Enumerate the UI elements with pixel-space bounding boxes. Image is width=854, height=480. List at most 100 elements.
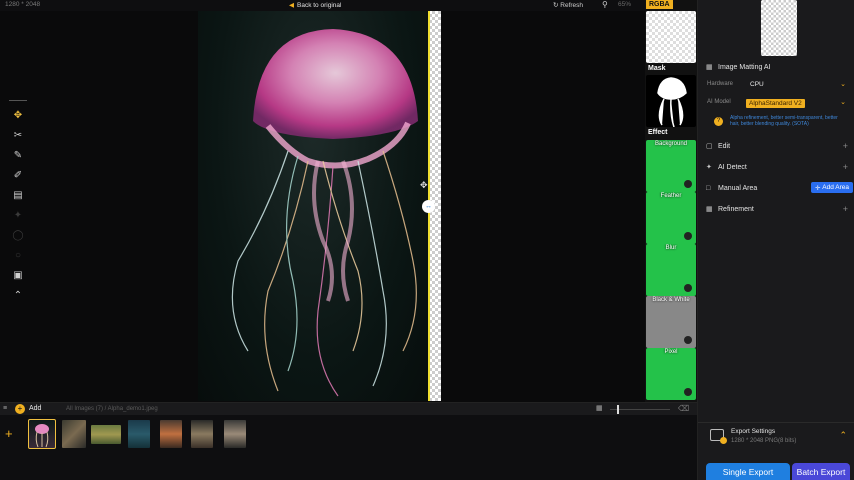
eraser-icon[interactable]: ✂ [8,125,28,145]
plus-icon[interactable]: + [843,162,848,172]
back-to-original-button[interactable]: ◀ Back to original [289,1,341,9]
add-button[interactable]: Add [29,405,41,412]
image-thumbnail[interactable] [191,420,213,448]
image-list-bar: ≡ + Add All Images (7) / Alpha_demo1.jpe… [0,402,697,415]
brush-icon[interactable]: ✎ [8,145,28,165]
batch-export-button[interactable]: Batch Export [792,463,850,480]
image-thumbnail[interactable] [28,419,56,449]
effect-name: Background [654,141,688,147]
result-preview [761,0,797,56]
filmstrip: + [0,415,697,480]
move-tool-icon[interactable]: ✥ [8,105,28,125]
rgba-label: RGBA [646,0,673,9]
image-dimensions: 1280 * 2048 [5,1,41,8]
paint-icon[interactable]: ✐ [8,165,28,185]
refinement-icon: ▦ [706,206,713,213]
export-subtitle: 1280 * 2048 PNG(8 bits) [731,438,797,444]
preview-strip: RGBA Mask Effect Background Feather Blur… [645,0,697,402]
image-canvas[interactable] [198,11,429,401]
jellyfish-thumb [35,424,49,448]
mask-shape [657,77,687,127]
add-image-icon[interactable]: + [5,426,13,441]
split-handle-icon[interactable]: ↔ [422,200,435,213]
search-icon[interactable]: ⚲ [602,0,608,9]
image-thumbnail[interactable] [91,425,121,444]
refresh-label: Refresh [560,2,584,9]
slider-knob[interactable] [617,405,619,414]
collapse-icon[interactable]: ⌃ [8,285,28,305]
rgba-thumbnail[interactable] [646,11,696,63]
effect-feather-thumbnail[interactable]: Feather [646,192,696,244]
effect-name: Pixel [664,349,678,355]
manual-area-label: Manual Area [718,184,758,192]
add-icon[interactable]: + [15,404,25,414]
plus-icon[interactable]: + [843,204,848,214]
manual-area-icon: □ [706,184,711,192]
tool-palette: ✥ ✂ ✎ ✐ ▤ ✦ ◯ ○ ▣ ⌃ [8,100,28,320]
panel-title: Image Matting AI [718,63,771,71]
image-thumbnail[interactable] [160,420,182,448]
edit-icon: ▢ [706,143,713,150]
effect-background-thumbnail[interactable]: Background [646,140,696,192]
effect-bw-thumbnail[interactable]: Black & White [646,296,696,348]
add-area-button[interactable]: ✛ Add Area [811,182,854,193]
roller-icon[interactable]: ▤ [8,185,28,205]
chevron-down-icon[interactable]: ⌄ [840,80,846,88]
edit-label: Edit [718,142,731,150]
effect-pixel-thumbnail[interactable]: Pixel [646,348,696,400]
effect-blur-thumbnail[interactable]: Blur [646,244,696,296]
effect-name: Blur [665,245,677,251]
model-hint: Alpha refinement, better semi-transparen… [730,115,838,127]
effect-dot-icon [684,232,692,240]
model-select[interactable]: AlphaStandard V2 [746,99,805,108]
menu-icon[interactable]: ≡ [3,405,7,412]
mask-label: Mask [648,65,666,72]
matting-icon: ▦ [706,64,713,71]
properties-panel: ▦ Image Matting AI Hardware CPU ⌄ AI Mod… [697,0,854,480]
hardware-label: Hardware [707,81,734,87]
top-bar: 1280 * 2048 ◀ Back to original ↻ Refresh … [0,0,645,11]
frame-icon[interactable]: ▣ [8,265,28,285]
back-icon: ◀ [289,2,294,9]
refinement-label: Refinement [718,205,754,213]
info-icon: ? [714,117,723,126]
matting-header: ▦ Image Matting AI [706,61,848,73]
ai-detect-section[interactable]: ✦ AI Detect + [706,161,848,173]
zoom-level[interactable]: 65% [618,1,631,8]
lasso-icon[interactable]: ◯ [8,225,28,245]
single-export-button[interactable]: Single Export [706,463,790,480]
ai-detect-icon: ✦ [706,164,712,171]
add-area-label: Add Area [822,184,850,191]
hardware-select[interactable]: CPU [750,81,764,88]
thumbnail-size-slider[interactable] [610,409,670,410]
refresh-button[interactable]: ↻ Refresh [553,1,583,9]
effect-dot-icon [684,180,692,188]
jellyfish-image [231,29,418,397]
effect-name: Black & White [652,297,690,303]
image-size-icon: ▦ [596,405,603,412]
chevron-up-icon[interactable]: ⌃ [839,430,847,441]
export-title: Export Settings [731,428,776,435]
mask-thumbnail[interactable] [646,75,696,127]
plus-icon[interactable]: + [843,141,848,151]
circle-icon[interactable]: ○ [8,245,28,265]
plus-icon: ✛ [815,184,823,192]
effect-dot-icon [684,336,692,344]
export-settings[interactable]: Export Settings 1280 * 2048 PNG(8 bits) … [698,422,854,456]
image-thumbnail[interactable] [128,420,150,448]
effect-label: Effect [648,129,668,136]
edit-section[interactable]: ▢ Edit + [706,140,848,152]
trash-icon[interactable]: ⌫ [678,404,689,413]
breadcrumb[interactable]: All Images (7) / Alpha_demo1.jpeg [66,406,158,412]
wand-icon[interactable]: ✦ [8,205,28,225]
model-label: AI Model [707,99,731,105]
image-thumbnail[interactable] [224,420,246,448]
refinement-section[interactable]: ▦ Refinement + [706,203,848,215]
divider [9,100,27,101]
back-label: Back to original [297,2,342,9]
ai-detect-label: AI Detect [718,163,747,171]
image-thumbnail[interactable] [62,420,86,448]
effect-name: Feather [660,193,682,199]
chevron-down-icon[interactable]: ⌄ [840,98,846,106]
export-settings-icon [710,429,727,444]
